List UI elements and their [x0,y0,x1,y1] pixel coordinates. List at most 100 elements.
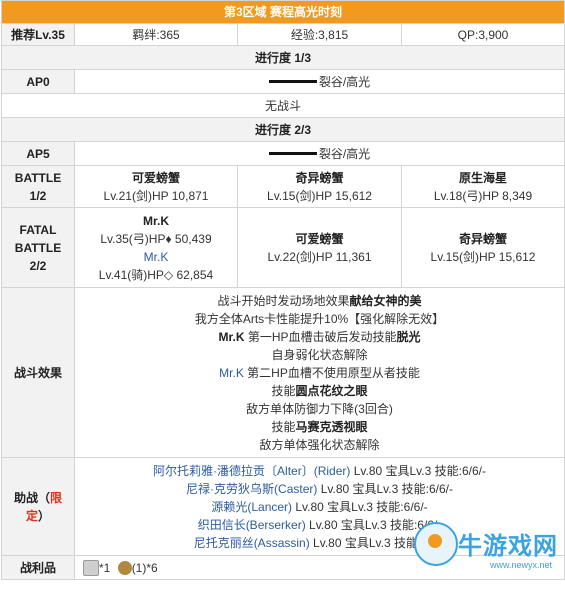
enemy-name: 可爱螃蟹 [295,231,344,246]
effect-highlight: 圆点花纹之眼 [295,383,368,398]
progress1-location-cell: 裂谷/高光 [73,69,565,94]
effect-line-1: 战斗开始时发动场地效果献给女神的美 [77,292,562,310]
progress2-heading: 进行度 2/3 [0,117,565,142]
effect-text: 第一HP血槽击破后发动技能 [244,329,397,344]
battle1-row: BATTLE 1/2 可爱螃蟹 Lv.21(剑)HP 10,871 奇异螃蟹 L… [1,165,565,208]
effect-text: 技能 [271,383,296,398]
servant-link[interactable]: 织田信长(Berserker) [198,518,306,532]
effect-highlight: 马赛克透视眼 [295,419,368,434]
battle2-row: FATAL BATTLE 2/2 Mr.K Lv.35(弓)HP♦ 50,439… [1,207,565,288]
servant-details: Lv.80 宝具Lv.3 技能:6/6/- [309,535,446,550]
support-label: 助战（限定） [1,457,75,556]
effect-line-3: Mr.K 第一HP血槽击破后发动技能脱光 [77,328,562,346]
redacted-bar-icon [268,151,317,155]
enemy-name: 可爱螃蟹 [131,170,180,185]
effect-line-7: 敌方单体防御力下降(3回合) [246,401,393,416]
loot-row: 战利品 *1 (1)*6 [1,555,565,580]
effect-line-6: 技能圆点花纹之眼 [77,382,562,400]
effects-row: 战斗效果 战斗开始时发动场地效果献给女神的美 我方全体Arts卡性能提升10%【… [1,287,565,458]
loot-label: 战利品 [1,555,75,580]
section-title: 第3区域 赛程高光时刻 [0,0,565,24]
servant-link[interactable]: 阿尔托莉雅·潘德拉贡〔Alter〕(Rider) [153,464,350,478]
progress2-header-row: 进行度 2/3 [0,117,565,142]
support-item: 源赖光(Lancer) Lv.80 宝具Lv.3 技能:6/6/- [77,498,562,516]
enemy-stats: Lv.18(弓)HP 8,349 [433,188,533,203]
recommended-level: 推荐Lv.35 [1,23,75,46]
loot-item-2-qty: (1)*6 [131,560,158,575]
effect-line-9: 敌方单体强化状态解除 [259,437,380,452]
support-item: 尼托克丽丝(Assassin) Lv.80 宝具Lv.3 技能:6/6/- [77,534,562,552]
effect-line-5: Mr.K 第二HP血槽不使用原型从者技能 [77,364,562,382]
effects-label: 战斗效果 [1,287,75,458]
qp-value: QP:3,900 [400,23,565,46]
battle1-label-line2: 1/2 [29,188,47,203]
quest-table-container: 第3区域 赛程高光时刻 推荐Lv.35 羁绊:365 经验:3,815 QP:3… [0,0,565,580]
redacted-bar-icon [268,79,317,83]
progress1-battle-row: 无战斗 [0,93,565,118]
progress1-heading: 进行度 1/3 [0,45,565,70]
battle2-enemy-1: 可爱螃蟹 Lv.22(剑)HP 11,361 [237,207,402,288]
battle1-enemy-2: 奇异螃蟹 Lv.15(剑)HP 15,612 [237,165,402,208]
enemy-stats: Lv.22(剑)HP 11,361 [267,249,372,264]
effect-boss-name: Mr.K [218,329,245,344]
progress1-header-row: 进行度 1/3 [0,45,565,70]
progress1-ap-label: AP0 [1,69,75,94]
info-row: 推荐Lv.35 羁绊:365 经验:3,815 QP:3,900 [1,23,565,46]
battle2-label: FATAL BATTLE 2/2 [1,207,75,288]
servant-details: Lv.80 宝具Lv.3 技能:6/6/- [305,517,442,532]
boss2-stats: Lv.41(骑)HP◇ 62,854 [98,267,214,282]
effect-line-8: 技能马赛克透视眼 [77,418,562,436]
loot-item-2-icon[interactable] [117,561,132,576]
enemy-stats: Lv.21(剑)HP 10,871 [103,188,209,203]
effect-line-2: 我方全体Arts卡性能提升10%【强化解除无效】 [194,311,445,326]
progress1-ap-row: AP0 裂谷/高光 [1,69,565,94]
battle1-enemy-1: 可爱螃蟹 Lv.21(剑)HP 10,871 [74,165,238,208]
effect-line-4: 自身弱化状态解除 [271,347,368,362]
battle2-boss: Mr.K Lv.35(弓)HP♦ 50,439 Mr.K Lv.41(骑)HP◇… [74,207,238,288]
support-item: 织田信长(Berserker) Lv.80 宝具Lv.3 技能:6/6/- [77,516,562,534]
progress2-location: 裂谷/高光 [318,146,371,161]
support-item: 阿尔托莉雅·潘德拉贡〔Alter〕(Rider) Lv.80 宝具Lv.3 技能… [77,462,562,480]
loot-item-1-qty: *1 [99,560,111,575]
battle1-label-line1: BATTLE [14,170,62,185]
enemy-name: 奇异螃蟹 [295,170,344,185]
enemy-stats: Lv.15(剑)HP 15,612 [267,188,372,203]
effect-text: 技能 [271,419,296,434]
support-row: 助战（限定） 阿尔托莉雅·潘德拉贡〔Alter〕(Rider) Lv.80 宝具… [1,457,565,556]
servant-details: Lv.80 宝具Lv.3 技能:6/6/- [317,481,453,496]
boss-stats: Lv.35(弓)HP♦ 50,439 [100,231,212,246]
quest-table: 第3区域 赛程高光时刻 推荐Lv.35 羁绊:365 经验:3,815 QP:3… [0,0,565,580]
progress2-ap-label: AP5 [1,141,75,166]
enemy-stats: Lv.15(剑)HP 15,612 [430,249,536,264]
battle2-label-line2: BATTLE [14,240,62,255]
servant-link[interactable]: 尼托克丽丝(Assassin) [194,536,310,550]
servant-link[interactable]: 尼禄·克劳狄乌斯(Caster) [186,482,317,496]
exp-value: 经验:3,815 [237,23,402,46]
support-label-text: 助战（ [13,490,50,505]
bond-value: 羁绊:365 [74,23,238,46]
boss2-name-link[interactable]: Mr.K [77,248,235,266]
progress2-ap-row: AP5 裂谷/高光 [1,141,565,166]
boss-name: Mr.K [142,213,169,228]
servant-link[interactable]: 源赖光(Lancer) [211,500,292,514]
loot-item-1-icon[interactable] [83,560,99,577]
enemy-name: 奇异螃蟹 [459,231,508,246]
title-row: 第3区域 赛程高光时刻 [0,0,565,24]
battle1-enemy-3: 原生海星 Lv.18(弓)HP 8,349 [400,165,565,208]
effect-text: 战斗开始时发动场地效果 [217,293,350,308]
battle2-label-line1: FATAL [19,222,57,237]
battle2-enemy-2: 奇异螃蟹 Lv.15(剑)HP 15,612 [400,207,565,288]
progress1-location: 裂谷/高光 [318,74,371,89]
progress2-location-cell: 裂谷/高光 [73,141,565,166]
progress1-no-battle: 无战斗 [0,93,565,118]
support-label-text: ） [38,508,51,523]
effect-boss-link[interactable]: Mr.K [219,366,244,380]
battle1-label: BATTLE 1/2 [1,165,75,208]
battle2-label-line3: 2/2 [29,258,47,273]
support-list: 阿尔托莉雅·潘德拉贡〔Alter〕(Rider) Lv.80 宝具Lv.3 技能… [73,457,565,556]
enemy-name: 原生海星 [459,170,508,185]
support-item: 尼禄·克劳狄乌斯(Caster) Lv.80 宝具Lv.3 技能:6/6/- [77,480,562,498]
effect-highlight: 献给女神的美 [349,293,422,308]
servant-details: Lv.80 宝具Lv.3 技能:6/6/- [350,463,486,478]
effects-content: 战斗开始时发动场地效果献给女神的美 我方全体Arts卡性能提升10%【强化解除无… [73,287,565,458]
